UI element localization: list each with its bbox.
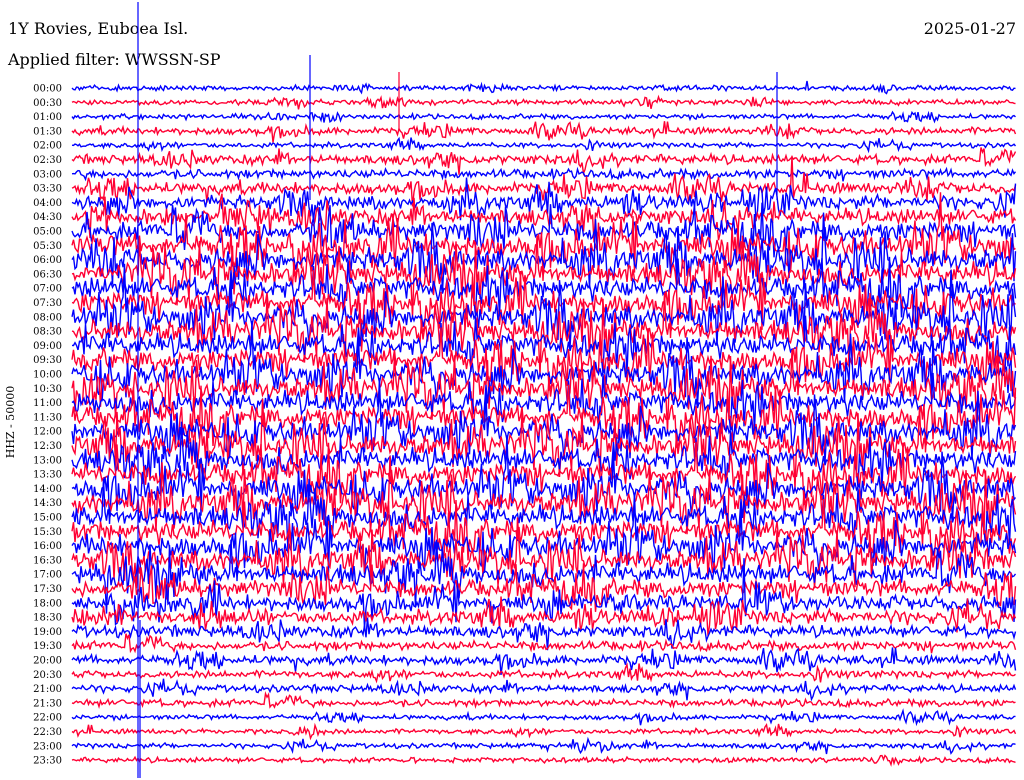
time-tick-label: 01:00 (33, 112, 62, 123)
time-tick-label: 22:00 (33, 713, 62, 724)
time-tick-label: 03:00 (33, 169, 62, 180)
time-tick-label: 01:30 (33, 126, 62, 137)
seismic-trace-line (71, 166, 1017, 182)
time-tick-label: 20:00 (33, 656, 62, 667)
time-tick-label: 07:00 (33, 284, 62, 295)
time-tick-label: 10:00 (33, 370, 62, 381)
time-tick-label: 14:00 (33, 484, 62, 495)
seismic-trace-line (71, 94, 1016, 110)
time-tick-label: 15:30 (33, 527, 62, 538)
seismic-trace-line (71, 754, 1016, 767)
time-tick-label: 11:00 (33, 398, 62, 409)
time-tick-label: 04:00 (33, 198, 62, 209)
time-tick-label: 11:30 (33, 412, 62, 423)
seismic-trace-line (71, 647, 1017, 675)
seismic-trace-line (71, 708, 1016, 727)
time-tick-label: 18:30 (33, 613, 62, 624)
time-tick-label: 12:30 (33, 441, 62, 452)
time-tick-label: 02:00 (33, 141, 62, 152)
time-tick-label: 16:30 (33, 555, 62, 566)
seismic-trace-line (71, 722, 1017, 741)
time-tick-label: 19:00 (33, 627, 62, 638)
time-tick-label: 22:30 (33, 727, 62, 738)
time-tick-label: 21:00 (33, 684, 62, 695)
time-tick-label: 06:00 (33, 255, 62, 266)
time-tick-label: 23:00 (33, 741, 62, 752)
time-tick-label: 02:30 (33, 155, 62, 166)
time-tick-label: 04:30 (33, 212, 62, 223)
seismic-trace-line (71, 147, 1017, 177)
time-tick-label: 18:00 (33, 598, 62, 609)
time-tick-label: 23:30 (33, 756, 62, 767)
time-tick-label: 20:30 (33, 670, 62, 681)
seismogram-plot: HHZ - 50000 00:00 00:30 01:00 01:30 02:00 02:… (4, 2, 1017, 778)
time-tick-label: 05:00 (33, 227, 62, 238)
time-tick-label: 17:30 (33, 584, 62, 595)
seismic-trace-line (71, 662, 1016, 684)
seismic-trace-line (71, 110, 1016, 124)
seismic-trace-line (71, 633, 1017, 654)
seismic-traces (71, 80, 1017, 767)
time-tick-label: 09:00 (33, 341, 62, 352)
time-tick-label: 09:30 (33, 355, 62, 366)
time-tick-label: 03:30 (33, 184, 62, 195)
time-tick-label: 13:30 (33, 470, 62, 481)
time-tick-label: 15:00 (33, 513, 62, 524)
seismic-trace-line (71, 121, 1017, 143)
time-tick-label: 00:00 (33, 84, 62, 95)
time-tick-label: 08:30 (33, 327, 62, 338)
time-tick-label: 13:00 (33, 455, 62, 466)
time-tick-label: 17:00 (33, 570, 62, 581)
time-tick-label: 14:30 (33, 498, 62, 509)
time-tick-label: 00:30 (33, 98, 62, 109)
seismic-trace-line (71, 136, 1017, 154)
time-tick-label: 08:00 (33, 312, 62, 323)
seismic-trace-line (71, 690, 1016, 709)
time-tick-label: 12:00 (33, 427, 62, 438)
time-tick-label: 21:30 (33, 698, 62, 709)
seismic-trace-line (71, 678, 1017, 702)
time-tick-label: 16:00 (33, 541, 62, 552)
time-tick-label: 05:30 (33, 241, 62, 252)
seismic-trace-line (71, 80, 1016, 95)
time-tick-label: 07:30 (33, 298, 62, 309)
time-tick-label: 10:30 (33, 384, 62, 395)
time-tick-labels: 00:00 00:30 01:00 01:30 02:00 02:30 03:00 03:30… (33, 84, 62, 767)
seismic-trace-line (71, 736, 1016, 755)
time-tick-label: 06:30 (33, 269, 62, 280)
time-tick-label: 19:30 (33, 641, 62, 652)
y-axis-label: HHZ - 50000 (4, 386, 17, 459)
